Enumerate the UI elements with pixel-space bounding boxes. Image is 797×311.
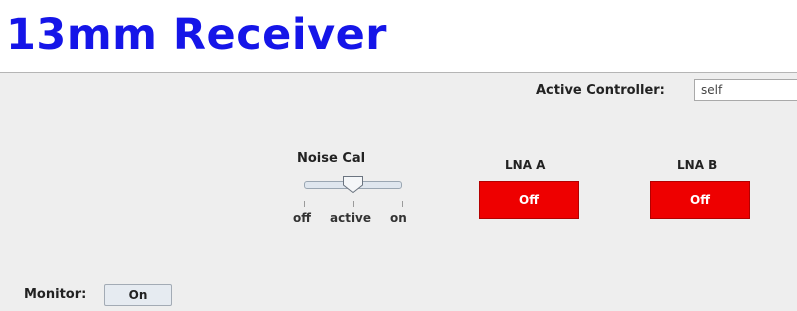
slider-thumb[interactable] xyxy=(342,175,364,194)
slider-tick-on xyxy=(402,201,403,207)
slider-label-on: on xyxy=(390,211,407,225)
slider-tick-off xyxy=(304,201,305,207)
header-bar: 13mm Receiver xyxy=(0,0,797,73)
active-controller-label: Active Controller: xyxy=(536,83,665,98)
slider-label-active: active xyxy=(330,211,372,225)
monitor-label: Monitor: xyxy=(24,287,87,302)
slider-tick-active xyxy=(353,201,354,207)
lna-a-button[interactable]: Off xyxy=(479,181,579,219)
lna-b-button[interactable]: Off xyxy=(650,181,750,219)
slider-label-off: off xyxy=(293,211,311,225)
monitor-button[interactable]: On xyxy=(104,284,172,306)
active-controller-field[interactable] xyxy=(694,79,797,101)
noise-cal-slider[interactable] xyxy=(302,174,404,196)
lna-a-label: LNA A xyxy=(505,158,546,172)
lna-b-label: LNA B xyxy=(677,158,718,172)
page-title: 13mm Receiver xyxy=(6,10,387,60)
noise-cal-title: Noise Cal xyxy=(297,151,366,166)
